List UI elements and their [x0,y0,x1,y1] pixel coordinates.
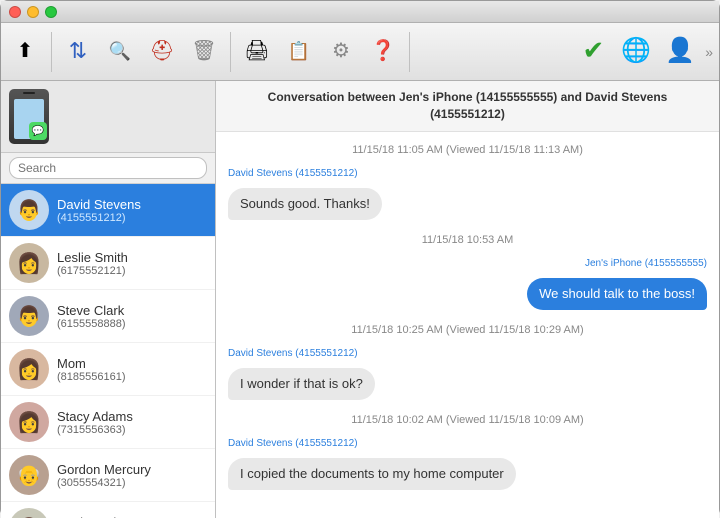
minimize-button[interactable] [27,6,39,18]
device-screen: 💬 [14,99,44,139]
contact-phone: (6175552121) [57,265,128,277]
check-updates-button[interactable]: 🌐 [615,32,657,71]
contact-info: Steve Clark (6155558888) [57,303,126,330]
contact-info: David Stevens (4155551212) [57,197,141,224]
message-timestamp: 11/15/18 11:05 AM (Viewed 11/15/18 11:13… [228,144,707,156]
contact-avatar: 👨 [9,190,49,230]
my-license-icon: ✔ [583,35,605,66]
contact-search [1,153,215,184]
separator-1 [51,32,52,72]
print-icon: 🖨 [244,41,269,61]
sender-label: David Stevens (4155551212) [228,348,707,359]
sender-label: David Stevens (4155551212) [228,438,707,449]
main-layout: 💬 👨 David Stevens (4155551212) 👩 Leslie … [1,81,719,518]
conversation-header-text: Conversation between Jen's iPhone (14155… [232,89,703,123]
contact-info: Gordon Mercury (3055554321) [57,462,151,489]
conversation-header: Conversation between Jen's iPhone (14155… [216,81,719,132]
right-toolbar: ✔ 🌐 👤 » [573,31,715,72]
parent-tools-icon: 👤 [665,36,695,65]
contact-info: Leslie Smith (6175552121) [57,250,128,277]
contact-item-leslie-smith[interactable]: 👩 Leslie Smith (6175552121) [1,237,215,290]
contact-search-input[interactable] [9,157,207,179]
device-panel: 💬 👨 David Stevens (4155551212) 👩 Leslie … [1,81,216,518]
contact-item-stacy-adams[interactable]: 👩 Stacy Adams (7315556363) [1,396,215,449]
copy-icon: 📋 [288,42,310,60]
contact-name: Stacy Adams [57,409,133,424]
my-license-button[interactable]: ✔ [573,31,613,72]
hide-icon: 🗑 [191,41,216,61]
message-row: I copied the documents to my home comput… [228,458,707,490]
message-timestamp: 11/15/18 10:25 AM (Viewed 11/15/18 10:29… [228,324,707,336]
sender-label: David Stevens (4155551212) [228,168,707,179]
sort-icon: ⇅ [69,40,87,62]
contact-item-paul-stanley[interactable]: 👨 Paul Stanley (9195550001) [1,502,215,518]
contact-phone: (4155551212) [57,212,141,224]
preferences-button[interactable]: ⚙ [321,37,361,67]
contact-name: David Stevens [57,197,141,212]
message-row: Sounds good. Thanks! [228,188,707,220]
device-icon: 💬 [9,89,49,144]
contact-item-gordon-mercury[interactable]: 👴 Gordon Mercury (3055554321) [1,449,215,502]
contact-list: 👨 David Stevens (4155551212) 👩 Leslie Sm… [1,184,215,518]
device-info: 💬 [1,81,215,153]
contact-name: Paul Stanley [57,515,130,518]
contact-name: Mom [57,356,126,371]
message-bubble: I copied the documents to my home comput… [228,458,516,490]
contact-name: Gordon Mercury [57,462,151,477]
contact-phone: (8185556161) [57,371,126,383]
contact-phone: (7315556363) [57,424,133,436]
hide-button[interactable]: 🗑 [184,37,224,67]
search-icon: 🔍 [109,42,131,60]
sender-label: Jen's iPhone (4155555555) [228,258,707,269]
separator-3 [409,32,410,72]
close-button[interactable] [9,6,21,18]
contact-avatar: 👴 [9,455,49,495]
contact-avatar: 👨 [9,296,49,336]
message-bubble: I wonder if that is ok? [228,368,375,400]
contact-name: Steve Clark [57,303,126,318]
recover-icon: ⛑ [149,41,174,61]
messages-area: 11/15/18 11:05 AM (Viewed 11/15/18 11:13… [216,132,719,518]
contact-info: Paul Stanley (9195550001) [57,515,130,518]
help-button[interactable]: ❓ [363,37,403,67]
check-updates-icon: 🌐 [621,36,651,65]
contact-item-david-stevens[interactable]: 👨 David Stevens (4155551212) [1,184,215,237]
message-bubble: We should talk to the boss! [527,278,707,310]
contact-info: Stacy Adams (7315556363) [57,409,133,436]
recover-button[interactable]: ⛑ [142,37,182,67]
message-row: I wonder if that is ok? [228,368,707,400]
separator-2 [230,32,231,72]
parent-tools-button[interactable]: 👤 [659,32,701,71]
toolbar: ⬆ ⇅ 🔍 ⛑ 🗑 🖨 📋 ⚙ ❓ ✔ [1,23,719,81]
copy-button[interactable]: 📋 [279,38,319,66]
contact-item-steve-clark[interactable]: 👨 Steve Clark (6155558888) [1,290,215,343]
contact-avatar: 👩 [9,243,49,283]
message-timestamp: 11/15/18 10:53 AM [228,234,707,246]
contact-phone: (3055554321) [57,477,151,489]
maximize-button[interactable] [45,6,57,18]
sort-button[interactable]: ⇅ [58,36,98,68]
title-bar [1,1,719,23]
preferences-icon: ⚙ [332,41,350,61]
message-panel: Conversation between Jen's iPhone (14155… [216,81,719,518]
contact-avatar: 👩 [9,402,49,442]
message-row: We should talk to the boss! [228,278,707,310]
window-controls[interactable] [9,6,57,18]
contact-avatar: 👩 [9,349,49,389]
search-button[interactable]: 🔍 [100,38,140,66]
message-bubble: Sounds good. Thanks! [228,188,382,220]
toolbar-expand-icon[interactable]: » [703,44,715,60]
help-icon: ❓ [371,41,396,61]
contact-name: Leslie Smith [57,250,128,265]
export-icon: ⬆ [17,41,34,61]
contact-phone: (6155558888) [57,318,126,330]
contact-info: Mom (8185556161) [57,356,126,383]
export-button[interactable]: ⬆ [5,37,45,67]
message-timestamp: 11/15/18 10:02 AM (Viewed 11/15/18 10:09… [228,414,707,426]
print-button[interactable]: 🖨 [237,37,277,67]
contact-item-mom[interactable]: 👩 Mom (8185556161) [1,343,215,396]
